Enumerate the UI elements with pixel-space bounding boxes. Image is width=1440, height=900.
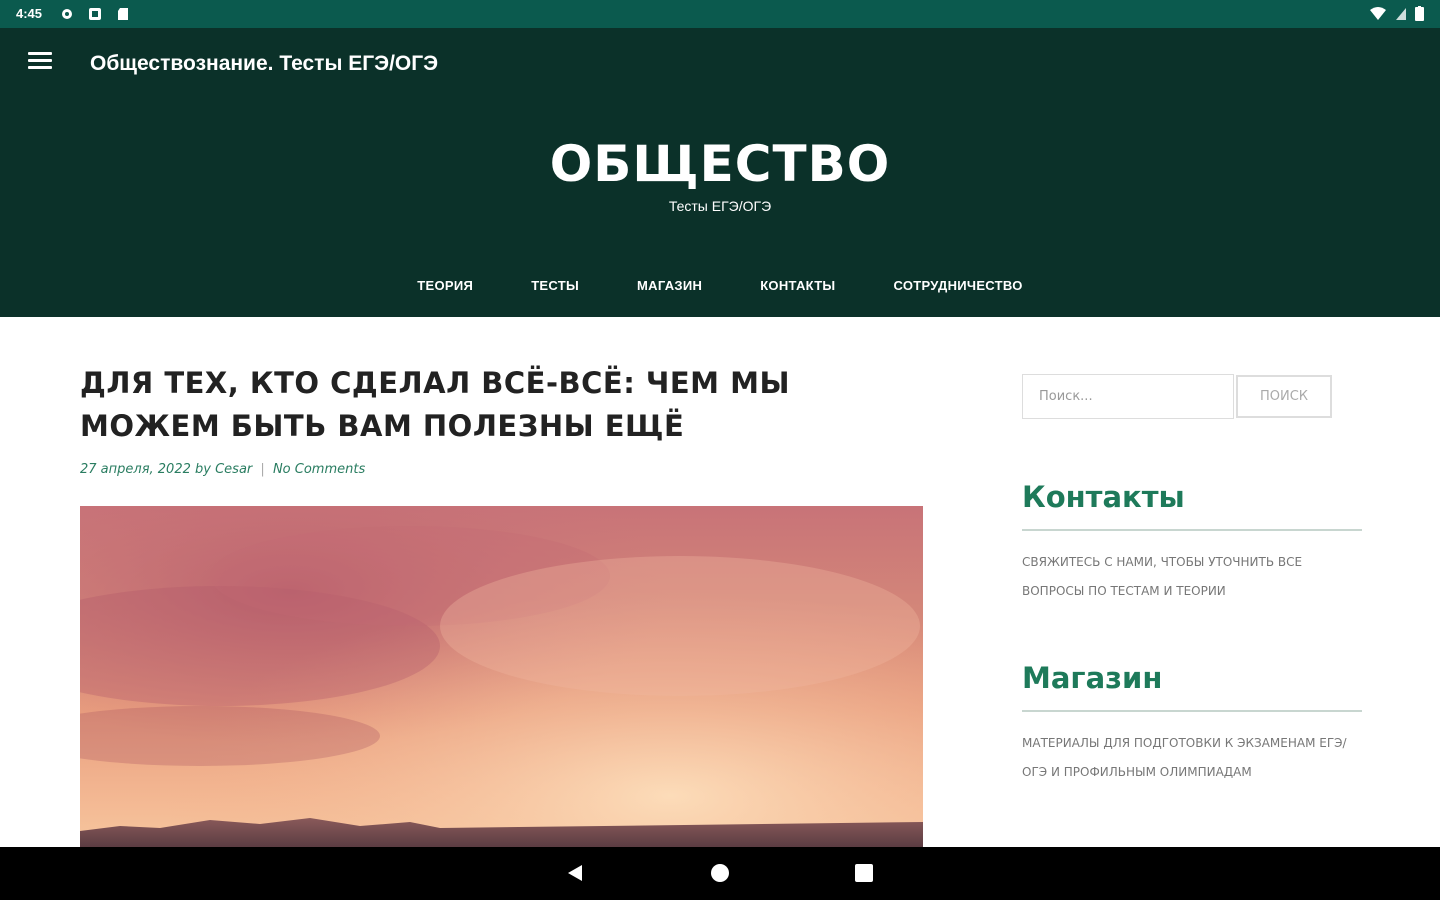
post-by: by bbox=[195, 462, 211, 477]
post-meta: 27 апреля, 2022 by Cesar | No Comments bbox=[80, 462, 365, 477]
app-bar-title: Обществознание. Тесты ЕГЭ/ОГЭ bbox=[90, 52, 439, 75]
gear-icon bbox=[62, 9, 72, 19]
widget-divider bbox=[1022, 710, 1362, 712]
meta-separator: | bbox=[260, 462, 265, 477]
wifi-icon bbox=[1370, 6, 1386, 20]
main-nav: ТЕОРИЯ ТЕСТЫ МАГАЗИН КОНТАКТЫ СОТРУДНИЧЕ… bbox=[0, 278, 1440, 293]
widget-divider bbox=[1022, 529, 1362, 531]
sd-card-icon bbox=[118, 8, 128, 20]
site-title[interactable]: ОБЩЕСТВО bbox=[0, 135, 1440, 193]
post-title[interactable]: ДЛЯ ТЕХ, КТО СДЕЛАЛ ВСЁ-ВСЁ: ЧЕМ МЫ МОЖЕ… bbox=[80, 362, 920, 448]
nav-item-theory[interactable]: ТЕОРИЯ bbox=[417, 278, 473, 293]
sunset-sky-illustration bbox=[80, 506, 923, 847]
signal-icon bbox=[1396, 7, 1406, 20]
post-author[interactable]: Cesar bbox=[215, 462, 252, 477]
post-comments-link[interactable]: No Comments bbox=[273, 462, 365, 477]
widget-title-shop: Магазин bbox=[1022, 661, 1163, 695]
recents-icon[interactable] bbox=[855, 864, 873, 882]
back-icon[interactable] bbox=[566, 864, 584, 882]
battery-icon bbox=[1415, 6, 1424, 21]
widget-text-contacts: Свяжитесь с нами, чтобы уточнить все воп… bbox=[1022, 555, 1303, 598]
widget-title-contacts: Контакты bbox=[1022, 480, 1185, 514]
search-input[interactable] bbox=[1022, 374, 1234, 419]
status-bar: 4:45 bbox=[0, 0, 1440, 28]
search-button[interactable]: ПОИСК bbox=[1236, 375, 1332, 418]
status-time: 4:45 bbox=[16, 6, 43, 21]
post-date[interactable]: 27 апреля, 2022 bbox=[80, 462, 191, 477]
site-tagline: Тесты ЕГЭ/ОГЭ bbox=[668, 198, 772, 214]
nav-item-contacts[interactable]: КОНТАКТЫ bbox=[760, 278, 835, 293]
nav-item-tests[interactable]: ТЕСТЫ bbox=[531, 278, 579, 293]
nav-item-shop[interactable]: МАГАЗИН bbox=[637, 278, 702, 293]
notification-icon bbox=[89, 8, 101, 20]
post-featured-image[interactable] bbox=[80, 506, 923, 847]
nav-item-cooperation[interactable]: СОТРУДНИЧЕСТВО bbox=[893, 278, 1022, 293]
home-icon[interactable] bbox=[711, 864, 729, 882]
widget-text-shop: Материалы для подготовки к экзаменам ЕГЭ… bbox=[1022, 736, 1347, 779]
hamburger-menu-icon[interactable] bbox=[28, 52, 52, 72]
